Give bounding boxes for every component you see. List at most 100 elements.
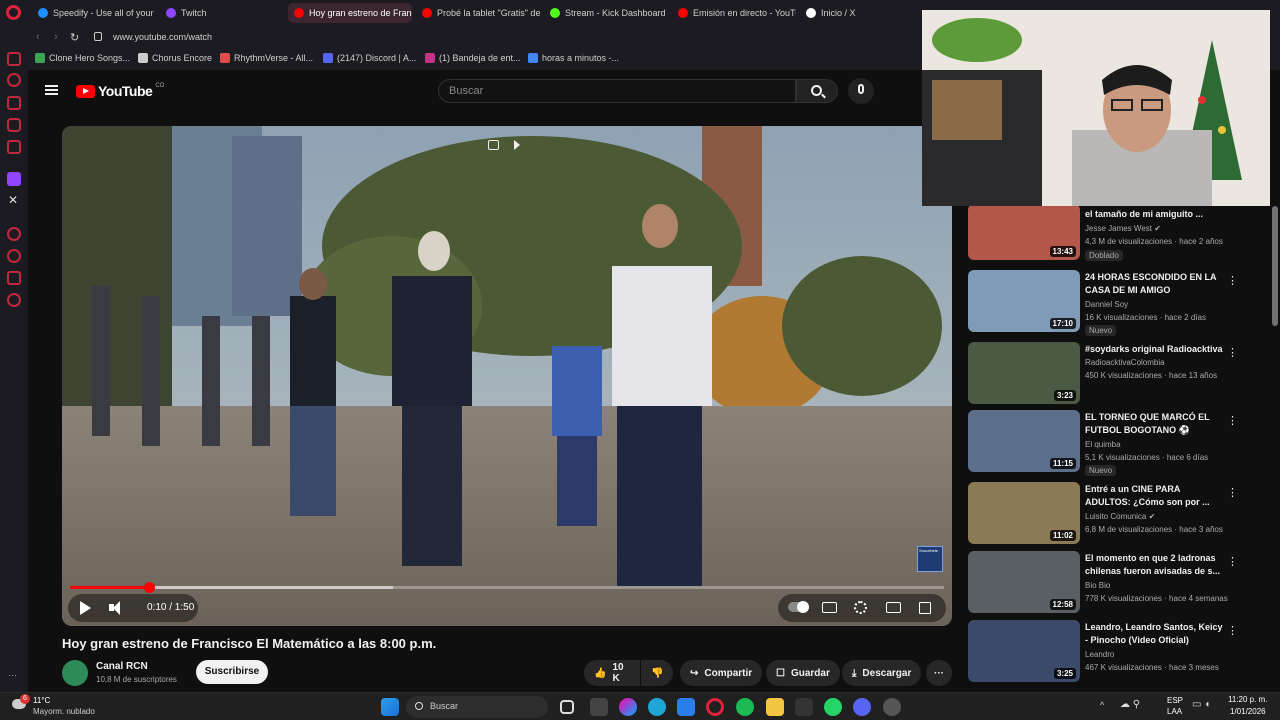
scrollbar[interactable] — [1272, 206, 1278, 326]
tab-3[interactable]: Probé la tablet "Gratis" de — [416, 3, 540, 23]
rec-menu-icon[interactable]: ⋮ — [1227, 555, 1238, 568]
url-field[interactable]: www.youtube.com/watch — [113, 32, 212, 42]
rec-item-0[interactable]: 13:43 el tamaño de mi amiguito ... Jesse… — [968, 204, 1268, 262]
taskbar-search[interactable]: Buscar — [406, 696, 548, 718]
tab-2[interactable]: Hoy gran estreno de Franc — [288, 3, 412, 23]
search-input[interactable]: Buscar — [438, 79, 796, 103]
rec-thumbnail[interactable]: 11:02 — [968, 482, 1080, 544]
fullscreen-icon[interactable] — [919, 602, 931, 614]
bookmark-favicon — [323, 53, 333, 63]
rec-menu-icon[interactable]: ⋮ — [1227, 486, 1238, 499]
epic-games-icon[interactable] — [795, 698, 813, 716]
youtube-logo[interactable]: YouTube CO — [76, 83, 164, 99]
bookmark-5[interactable]: horas a minutos -... — [528, 53, 619, 63]
sidebar-icon-7[interactable] — [7, 271, 21, 285]
volume-button[interactable] — [108, 600, 124, 616]
rec-thumbnail[interactable]: 11:15 — [968, 410, 1080, 472]
weather-widget[interactable]: 6 11°C Mayorm. nublado — [10, 694, 110, 719]
bookmark-2[interactable]: RhythmVerse - All... — [220, 53, 313, 63]
bookmark-1[interactable]: Chorus Encore — [138, 53, 212, 63]
channel-name[interactable]: Canal RCN — [96, 661, 148, 672]
tray-icons[interactable]: ☁ ⚲ — [1120, 699, 1140, 710]
settings-gear-icon[interactable] — [854, 601, 867, 614]
reload-icon[interactable]: ↻ — [70, 31, 79, 44]
store-icon[interactable] — [677, 698, 695, 716]
taskview-icon[interactable] — [560, 700, 574, 714]
edge-icon[interactable] — [648, 698, 666, 716]
theater-icon[interactable] — [886, 602, 901, 613]
rec-item-4[interactable]: 11:02 Entré a un CINE PARA ADULTOS: ¿Cóm… — [968, 482, 1268, 546]
bookmark-favicon — [425, 53, 435, 63]
tray-chevron-icon[interactable]: ^ — [1100, 700, 1104, 710]
rec-menu-icon[interactable]: ⋮ — [1227, 346, 1238, 359]
sidebar-icon-5[interactable] — [7, 140, 21, 154]
share-button[interactable]: ↪ Compartir — [680, 660, 763, 686]
rec-thumbnail[interactable]: 12:58 — [968, 551, 1080, 613]
history-icon[interactable] — [7, 249, 21, 263]
rec-menu-icon[interactable]: ⋮ — [1227, 274, 1238, 287]
search-button[interactable] — [796, 79, 838, 103]
play-button[interactable] — [78, 600, 94, 616]
miniplayer-icon[interactable] — [488, 140, 499, 150]
network-icon[interactable]: ▭ ◖ — [1192, 699, 1210, 710]
rec-thumbnail[interactable]: 3:23 — [968, 342, 1080, 404]
progress-bar[interactable] — [70, 582, 944, 593]
lock-icon — [94, 32, 102, 41]
autoplay-toggle[interactable] — [788, 601, 809, 613]
bookmark-0[interactable]: Clone Hero Songs... — [35, 53, 130, 63]
settings-icon[interactable] — [7, 293, 21, 307]
save-button[interactable]: ☐ Guardar — [766, 660, 840, 686]
sidebar-icon-4[interactable] — [7, 118, 21, 132]
forward-icon[interactable]: › — [54, 31, 58, 43]
tab-4[interactable]: Stream - Kick Dashboard — [544, 3, 668, 23]
app-icon-1[interactable] — [590, 698, 608, 716]
twitch-icon[interactable] — [7, 172, 21, 186]
next-icon[interactable] — [514, 140, 520, 150]
tab-6[interactable]: Inicio / X — [800, 3, 900, 23]
like-button[interactable]: 👍 10 K — [584, 660, 640, 686]
bookmark-3[interactable]: (2147) Discord | A... — [323, 53, 416, 63]
tab-0[interactable]: Speedify - Use all of your — [32, 3, 156, 23]
rec-item-1[interactable]: 17:10 24 HORAS ESCONDIDO EN LA CASA DE M… — [968, 270, 1268, 336]
explorer-icon[interactable] — [766, 698, 784, 716]
rec-item-6[interactable]: 3:25 Leandro, Leandro Santos, Keicy - Pi… — [968, 620, 1268, 684]
more-actions-button[interactable]: ··· — [926, 660, 952, 686]
download-button[interactable]: ⤓ Descargar — [842, 660, 922, 686]
opera-taskbar-icon[interactable] — [706, 698, 724, 716]
channel-avatar[interactable] — [62, 660, 88, 686]
rec-thumbnail[interactable]: 17:10 — [968, 270, 1080, 332]
subscribe-button[interactable]: Suscribirse — [196, 660, 268, 684]
sidebar-icon-1[interactable] — [7, 52, 21, 66]
sidebar-icon-6[interactable] — [7, 227, 21, 241]
rec-thumbnail[interactable]: 13:43 — [968, 204, 1080, 260]
captions-icon[interactable] — [822, 602, 837, 613]
sidebar-more-icon[interactable]: ··· — [8, 670, 17, 680]
discord-icon[interactable] — [853, 698, 871, 716]
mic-button[interactable] — [848, 78, 874, 104]
obs-icon[interactable] — [883, 698, 901, 716]
spotify-icon[interactable] — [736, 698, 754, 716]
opera-icon[interactable] — [6, 5, 21, 20]
sidebar-icon-3[interactable] — [7, 96, 21, 110]
rec-item-5[interactable]: 12:58 El momento en que 2 ladronas chile… — [968, 551, 1268, 615]
channel-watermark[interactable]: Suscríbete — [917, 546, 943, 572]
x-icon[interactable]: ✕ — [8, 193, 18, 207]
start-icon[interactable] — [381, 698, 399, 716]
bookmark-4[interactable]: (1) Bandeja de ent... — [425, 53, 521, 63]
tab-5[interactable]: Emisión en directo - YouTu — [672, 3, 796, 23]
sidebar-icon-2[interactable] — [7, 73, 21, 87]
rec-menu-icon[interactable]: ⋮ — [1227, 414, 1238, 427]
hamburger-icon[interactable] — [45, 85, 58, 95]
copilot-icon[interactable] — [619, 698, 637, 716]
browser-sidebar: ✕ ··· — [0, 0, 28, 692]
video-player[interactable]: Suscríbete 0:10 / 1:50 — [62, 126, 952, 626]
rec-item-3[interactable]: 11:15 EL TORNEO QUE MARCÓ EL FUTBOL BOGO… — [968, 410, 1268, 476]
back-icon[interactable]: ‹ — [36, 31, 40, 43]
rec-item-2[interactable]: 3:23 #soydarks original Radioacktiva Rad… — [968, 342, 1268, 406]
dislike-button[interactable]: 👎 — [641, 660, 673, 686]
progress-scrubber[interactable] — [143, 582, 155, 593]
whatsapp-icon[interactable] — [824, 698, 842, 716]
rec-thumbnail[interactable]: 3:25 — [968, 620, 1080, 682]
rec-menu-icon[interactable]: ⋮ — [1227, 624, 1238, 637]
tab-1[interactable]: Twitch — [160, 3, 284, 23]
